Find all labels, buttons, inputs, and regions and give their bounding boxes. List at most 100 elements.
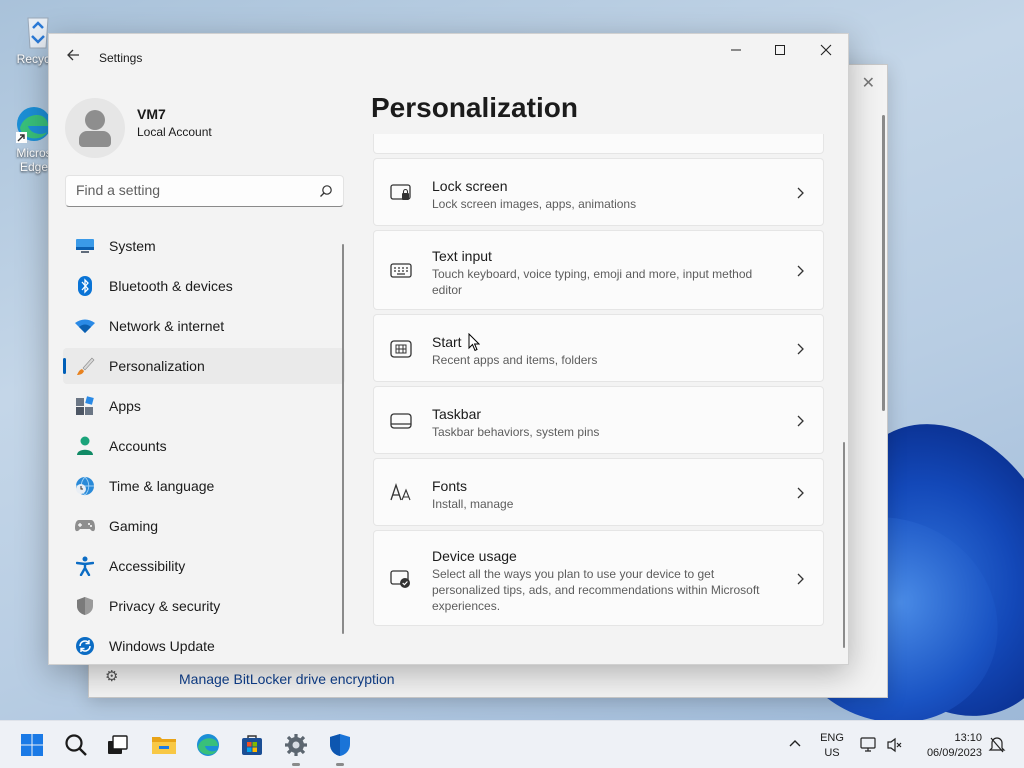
maximize-button[interactable] xyxy=(757,34,803,66)
network-icon[interactable] xyxy=(860,736,878,754)
settings-card-taskbar[interactable]: Taskbar Taskbar behaviors, system pins xyxy=(373,386,824,454)
card-description: Lock screen images, apps, animations xyxy=(432,197,637,211)
minimize-button[interactable] xyxy=(713,34,759,66)
edge-icon xyxy=(197,734,219,756)
close-icon[interactable]: ✕ xyxy=(862,73,875,93)
defender-button[interactable] xyxy=(324,729,356,761)
store-button[interactable] xyxy=(236,729,268,761)
sidebar-item-label: Bluetooth & devices xyxy=(109,278,233,294)
search-icon xyxy=(65,734,87,756)
avatar[interactable] xyxy=(65,98,125,158)
start-icon xyxy=(21,734,43,756)
lock-screen-icon xyxy=(390,184,411,200)
settings-button[interactable] xyxy=(280,729,312,761)
settings-card-list: Lock screen Lock screen images, apps, an… xyxy=(373,134,825,664)
settings-window: Settings VM7 Local Account System Blueto… xyxy=(48,33,849,665)
card-description: Touch keyboard, voice typing, emoji and … xyxy=(432,267,753,297)
sidebar-scrollbar[interactable] xyxy=(342,244,344,634)
sidebar-item-label: Windows Update xyxy=(109,638,215,654)
clock-date: 06/09/2023 xyxy=(926,747,982,759)
chevron-right-icon xyxy=(797,265,804,277)
apps-icon xyxy=(75,396,95,416)
gamepad-icon xyxy=(75,516,95,536)
show-hidden-icons-button[interactable] xyxy=(788,735,802,751)
scrollbar[interactable] xyxy=(882,115,885,411)
keyboard-icon xyxy=(390,263,412,278)
sidebar-item-label: Gaming xyxy=(109,518,159,534)
input-language-indicator[interactable]: ENG US xyxy=(818,731,846,761)
content-scrollbar[interactable] xyxy=(843,442,845,648)
file-explorer-button[interactable] xyxy=(148,729,180,761)
search-icon xyxy=(320,185,332,197)
wifi-icon xyxy=(75,316,95,336)
card-description: Select all the ways you plan to use your… xyxy=(432,567,760,613)
sidebar-item-privacy[interactable]: Privacy & security xyxy=(63,588,345,624)
task-view-icon xyxy=(108,735,128,754)
gear-icon: ⚙ xyxy=(105,668,119,685)
settings-card-text-input[interactable]: Text input Touch keyboard, voice typing,… xyxy=(373,230,824,310)
notification-icon[interactable] xyxy=(988,736,1006,754)
search-input[interactable] xyxy=(76,182,306,198)
close-button[interactable] xyxy=(803,34,848,66)
sidebar-item-label: Personalization xyxy=(109,358,205,374)
sidebar-item-apps[interactable]: Apps xyxy=(63,388,345,424)
language-code: ENG xyxy=(820,732,844,744)
globe-clock-icon xyxy=(75,476,95,496)
sidebar-item-time-language[interactable]: Time & language xyxy=(63,468,345,504)
sidebar-item-network[interactable]: Network & internet xyxy=(63,308,345,344)
card-title: Device usage xyxy=(432,548,517,564)
sidebar-item-label: Network & internet xyxy=(109,318,225,334)
sidebar-item-label: Time & language xyxy=(109,478,215,494)
bitlocker-link[interactable]: Manage BitLocker drive encryption xyxy=(179,671,395,687)
settings-card-partial[interactable] xyxy=(373,134,824,154)
sidebar-item-personalization[interactable]: Personalization xyxy=(63,348,345,384)
update-icon xyxy=(75,636,95,656)
clock[interactable]: 13:10 06/09/2023 xyxy=(912,731,982,761)
profile-account-type: Local Account xyxy=(137,125,212,139)
settings-card-lock-screen[interactable]: Lock screen Lock screen images, apps, an… xyxy=(373,158,824,226)
task-view-button[interactable] xyxy=(102,729,134,761)
page-title: Personalization xyxy=(371,92,578,123)
back-button[interactable] xyxy=(61,46,85,70)
sidebar-item-label: System xyxy=(109,238,156,254)
card-title: Taskbar xyxy=(432,406,482,422)
sidebar-item-label: Accessibility xyxy=(109,558,186,574)
sidebar-item-accounts[interactable]: Accounts xyxy=(63,428,345,464)
arrow-left-icon xyxy=(67,49,79,61)
clock-time: 13:10 xyxy=(954,732,982,744)
chevron-right-icon xyxy=(797,415,804,427)
taskbar-search-button[interactable] xyxy=(60,729,92,761)
title-bar: Settings xyxy=(49,34,848,82)
file-explorer-icon xyxy=(152,737,176,754)
start-button[interactable] xyxy=(16,729,48,761)
sidebar-item-accessibility[interactable]: Accessibility xyxy=(63,548,345,584)
language-region: US xyxy=(824,747,840,759)
defender-icon xyxy=(330,734,350,756)
brush-icon xyxy=(75,356,95,376)
chevron-right-icon xyxy=(797,343,804,355)
volume-muted-icon[interactable] xyxy=(886,736,904,754)
sidebar-item-label: Privacy & security xyxy=(109,598,221,614)
settings-card-fonts[interactable]: Fonts Install, manage xyxy=(373,458,824,526)
search-box[interactable] xyxy=(65,175,344,207)
sidebar-item-windows-update[interactable]: Windows Update xyxy=(63,628,345,664)
settings-card-start[interactable]: Start Recent apps and items, folders xyxy=(373,314,824,382)
settings-card-device-usage[interactable]: Device usage Select all the ways you pla… xyxy=(373,530,824,626)
sidebar-item-gaming[interactable]: Gaming xyxy=(63,508,345,544)
sidebar-item-label: Apps xyxy=(109,398,141,414)
settings-icon xyxy=(285,734,307,756)
store-icon xyxy=(242,735,262,755)
sidebar-item-system[interactable]: System xyxy=(63,228,345,264)
sidebar-item-bluetooth[interactable]: Bluetooth & devices xyxy=(63,268,345,304)
chevron-right-icon xyxy=(797,187,804,199)
card-description: Recent apps and items, folders xyxy=(432,353,598,367)
edge-button[interactable] xyxy=(192,729,224,761)
mouse-cursor-icon xyxy=(468,333,480,352)
sidebar-item-label: Accounts xyxy=(109,438,167,454)
active-app-indicator xyxy=(292,763,300,766)
monitor-icon xyxy=(75,236,95,256)
start-icon xyxy=(390,340,412,358)
profile-name: VM7 xyxy=(137,106,166,122)
bluetooth-icon xyxy=(75,276,95,296)
fonts-icon xyxy=(390,482,411,501)
